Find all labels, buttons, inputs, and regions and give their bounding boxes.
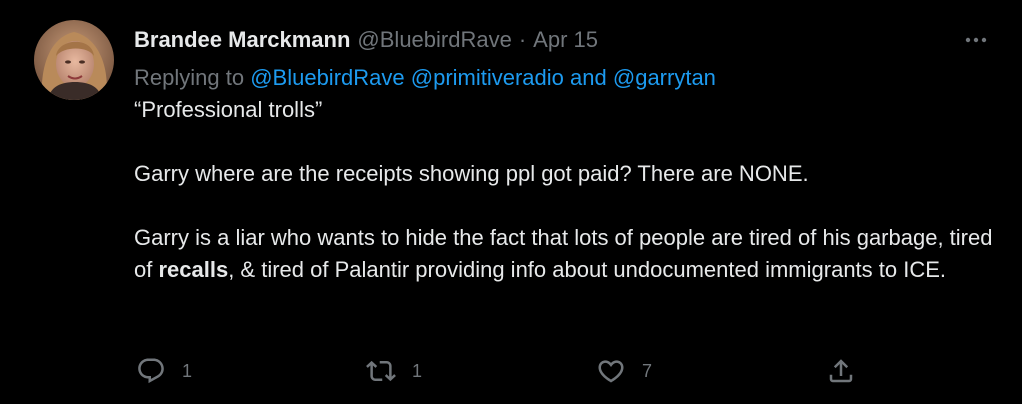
like-count: 7 <box>642 360 653 381</box>
avatar-image <box>34 20 114 100</box>
reply-count: 1 <box>182 360 193 381</box>
header-separator: · <box>518 27 527 52</box>
tweet-text-line: Garry where are the receipts showing ppl… <box>134 161 809 186</box>
mention-link[interactable]: @garrytan <box>613 65 716 90</box>
heart-icon <box>598 360 624 383</box>
tweet-text-bold: recalls <box>158 257 229 282</box>
tweet[interactable]: Brandee Marckmann @BluebirdRave · Apr 15… <box>0 0 1022 404</box>
tweet-text-line: “Professional trolls” <box>134 97 323 122</box>
avatar[interactable] <box>34 20 114 100</box>
share-icon <box>829 359 853 383</box>
tweet-content: Brandee Marckmann @BluebirdRave · Apr 15… <box>134 24 994 286</box>
tweet-date[interactable]: Apr 15 <box>533 24 598 56</box>
mention-link[interactable]: @BluebirdRave <box>250 65 404 90</box>
like-button[interactable]: 7 <box>596 356 652 386</box>
replying-prefix: Replying to <box>134 65 245 90</box>
more-icon <box>965 37 987 43</box>
retweet-icon <box>366 360 396 382</box>
retweet-button[interactable]: 1 <box>366 356 422 386</box>
more-options-button[interactable] <box>956 26 996 54</box>
author-display-name[interactable]: Brandee Marckmann <box>134 24 350 56</box>
tweet-text-paragraph: Garry is a liar who wants to hide the fa… <box>134 222 994 286</box>
reply-icon <box>138 358 164 384</box>
replying-conjunction: and <box>570 65 607 90</box>
tweet-header: Brandee Marckmann @BluebirdRave · Apr 15 <box>134 24 994 56</box>
share-button[interactable] <box>826 356 856 386</box>
author-handle[interactable]: @BluebirdRave <box>357 24 511 56</box>
tweet-text-segment: , & tired of Palantir providing info abo… <box>228 257 947 282</box>
mention-link[interactable]: @primitiveradio <box>411 65 564 90</box>
replying-to: Replying to @BluebirdRave @primitiveradi… <box>134 62 994 94</box>
tweet-actions: 1 1 7 <box>136 356 866 388</box>
tweet-text: “Professional trolls” Garry where are th… <box>134 94 994 286</box>
reply-button[interactable]: 1 <box>136 356 192 386</box>
retweet-count: 1 <box>412 360 423 381</box>
